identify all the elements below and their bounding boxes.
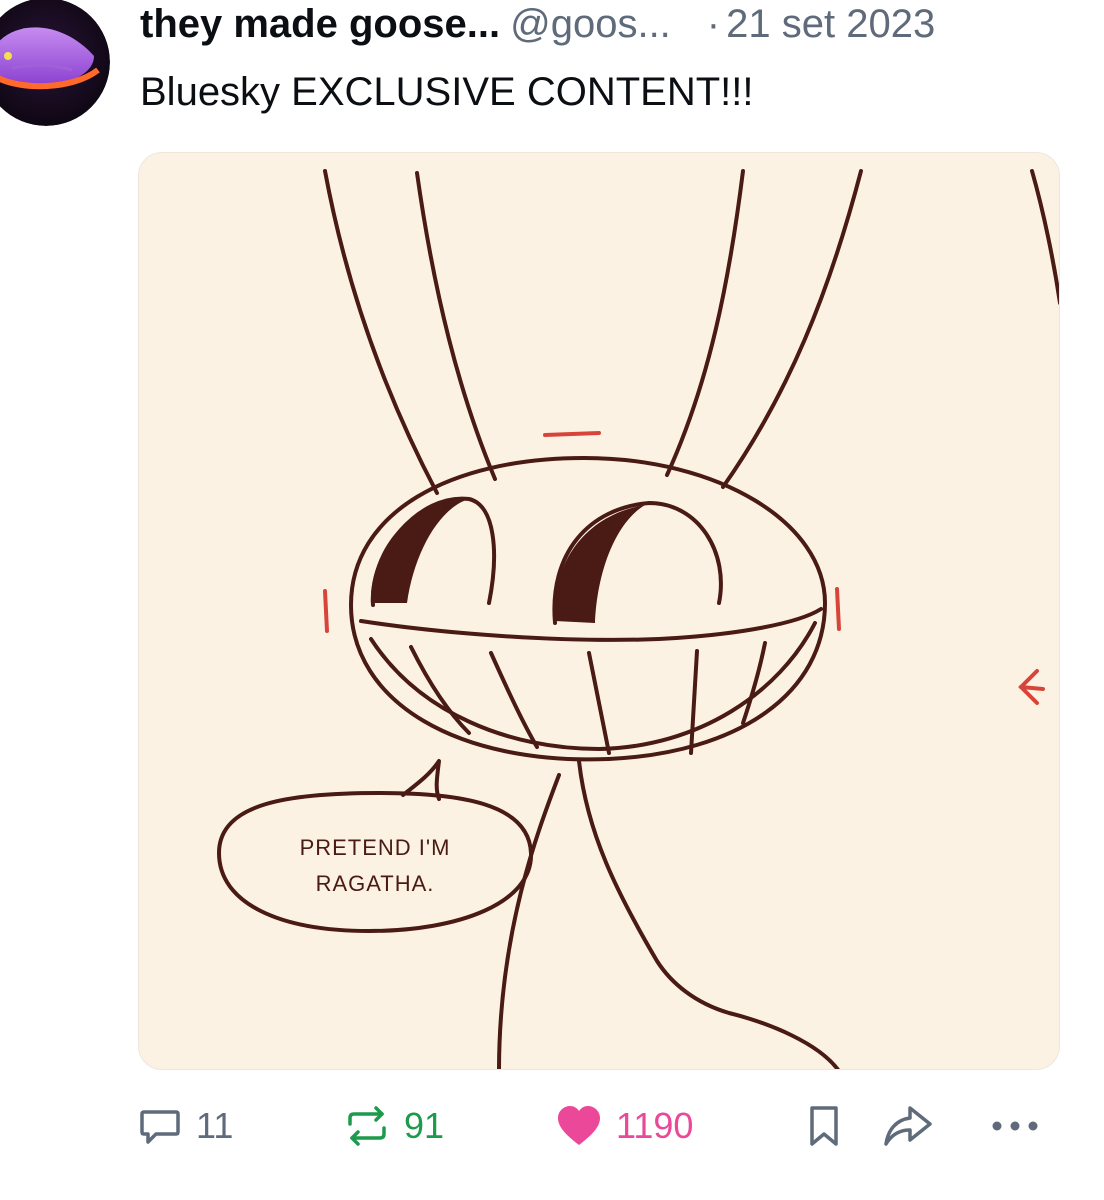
handle[interactable]: @goos... xyxy=(510,2,671,46)
more-button[interactable] xyxy=(990,1096,1040,1156)
repost-icon xyxy=(348,1106,386,1146)
reply-button[interactable]: 11 xyxy=(138,1096,233,1156)
speech-line-1: PRETEND I'M xyxy=(300,835,451,860)
post-text: Bluesky EXCLUSIVE CONTENT!!! xyxy=(140,70,754,114)
speech-line-2: RAGATHA. xyxy=(316,871,435,896)
reply-count: 11 xyxy=(196,1105,234,1146)
more-icon xyxy=(992,1121,1038,1131)
bookmark-icon xyxy=(810,1106,838,1146)
separator-dot: · xyxy=(706,2,721,46)
share-icon xyxy=(884,1106,932,1146)
post-header: they made goose... @goos... · 21 set 2023 xyxy=(140,0,935,50)
avatar-image xyxy=(0,0,110,126)
comic-illustration: PRETEND I'M RAGATHA. xyxy=(139,153,1059,1069)
heart-icon xyxy=(558,1106,600,1145)
display-name[interactable]: they made goose... xyxy=(140,2,500,46)
action-bar: 11 91 1190 xyxy=(0,1096,1104,1156)
share-button[interactable] xyxy=(882,1096,934,1156)
bookmark-button[interactable] xyxy=(806,1096,842,1156)
repost-button[interactable]: 91 xyxy=(344,1096,444,1156)
reply-icon xyxy=(140,1110,180,1144)
like-button[interactable]: 1190 xyxy=(556,1096,693,1156)
repost-count: 91 xyxy=(404,1105,445,1146)
post-date[interactable]: 21 set 2023 xyxy=(726,2,935,46)
avatar[interactable] xyxy=(0,0,110,126)
post-image[interactable]: PRETEND I'M RAGATHA. xyxy=(138,152,1060,1070)
like-count: 1190 xyxy=(616,1105,694,1146)
